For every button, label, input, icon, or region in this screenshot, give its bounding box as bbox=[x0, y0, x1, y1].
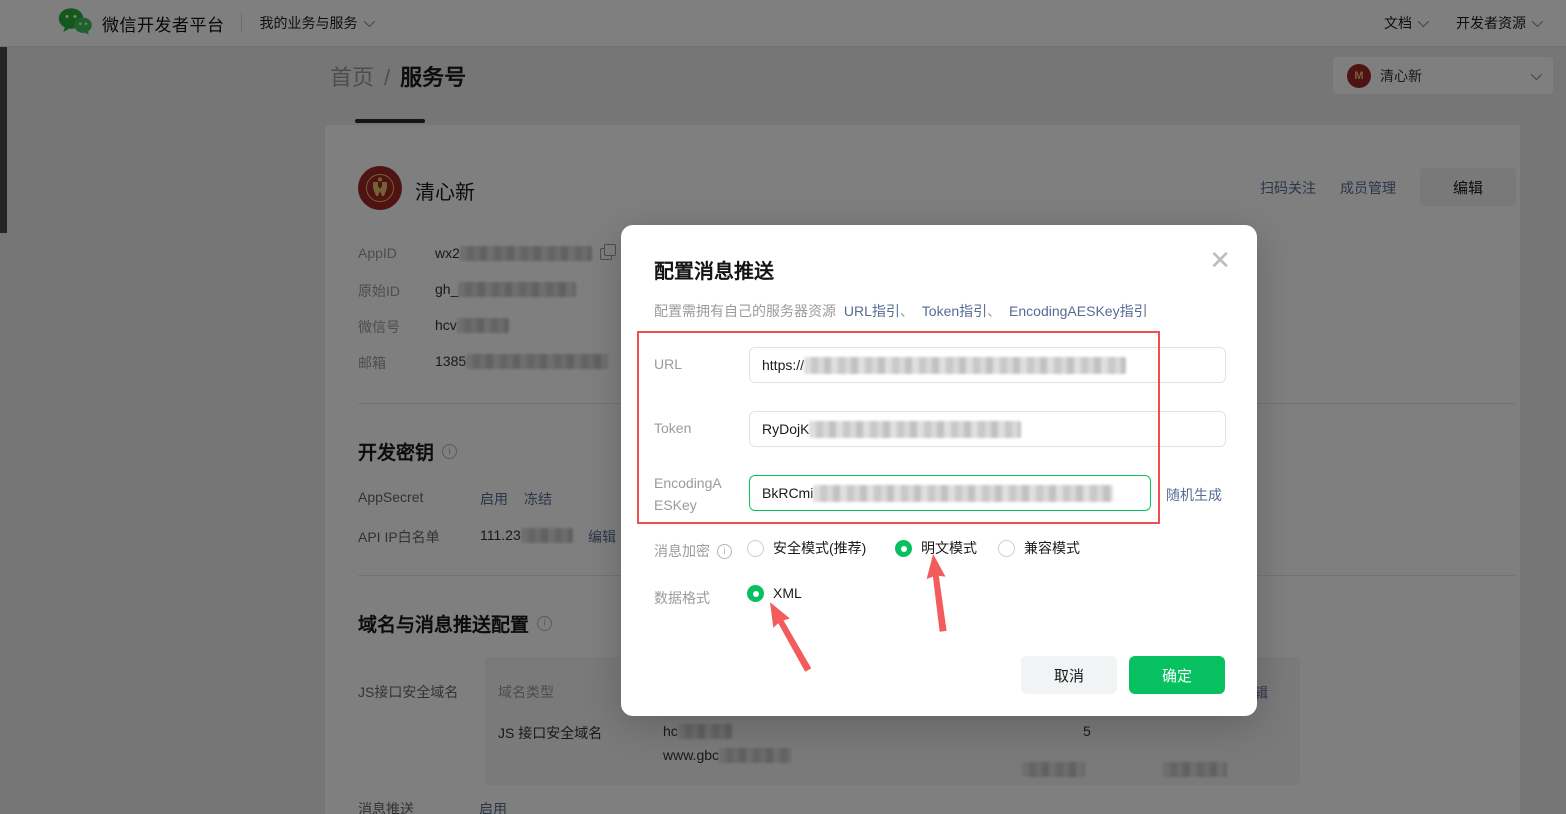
modal-title: 配置消息推送 bbox=[654, 261, 774, 283]
info-icon[interactable]: i bbox=[717, 543, 732, 559]
data-format-label: 数据格式 bbox=[654, 590, 710, 606]
encryption-label: 消息加密 i bbox=[654, 541, 732, 561]
token-guide-link[interactable]: Token指引 bbox=[922, 303, 987, 319]
aeskey-guide-link[interactable]: EncodingAESKey指引 bbox=[1009, 303, 1148, 319]
radio-icon[interactable] bbox=[998, 540, 1015, 557]
cancel-button[interactable]: 取消 bbox=[1021, 656, 1117, 694]
close-icon[interactable]: ✕ bbox=[1209, 247, 1231, 273]
annotation-highlight-box bbox=[637, 331, 1160, 524]
confirm-button[interactable]: 确定 bbox=[1129, 656, 1225, 694]
encryption-option-compat[interactable]: 兼容模式 bbox=[998, 538, 1080, 558]
radio-icon[interactable] bbox=[747, 540, 764, 557]
random-generate-link[interactable]: 随机生成 bbox=[1166, 485, 1222, 505]
radio-selected-icon[interactable] bbox=[747, 585, 764, 602]
modal-subtitle: 配置需拥有自己的服务器资源 URL指引、 Token指引、 EncodingAE… bbox=[654, 303, 1148, 319]
page: 微信开发者平台 我的业务与服务 文档 开发者资源 首页 / 服务号 M 清心新 bbox=[0, 0, 1566, 814]
radio-selected-icon[interactable] bbox=[895, 540, 912, 557]
url-guide-link[interactable]: URL指引 bbox=[844, 303, 900, 319]
encryption-option-safe[interactable]: 安全模式(推荐) bbox=[747, 538, 866, 558]
